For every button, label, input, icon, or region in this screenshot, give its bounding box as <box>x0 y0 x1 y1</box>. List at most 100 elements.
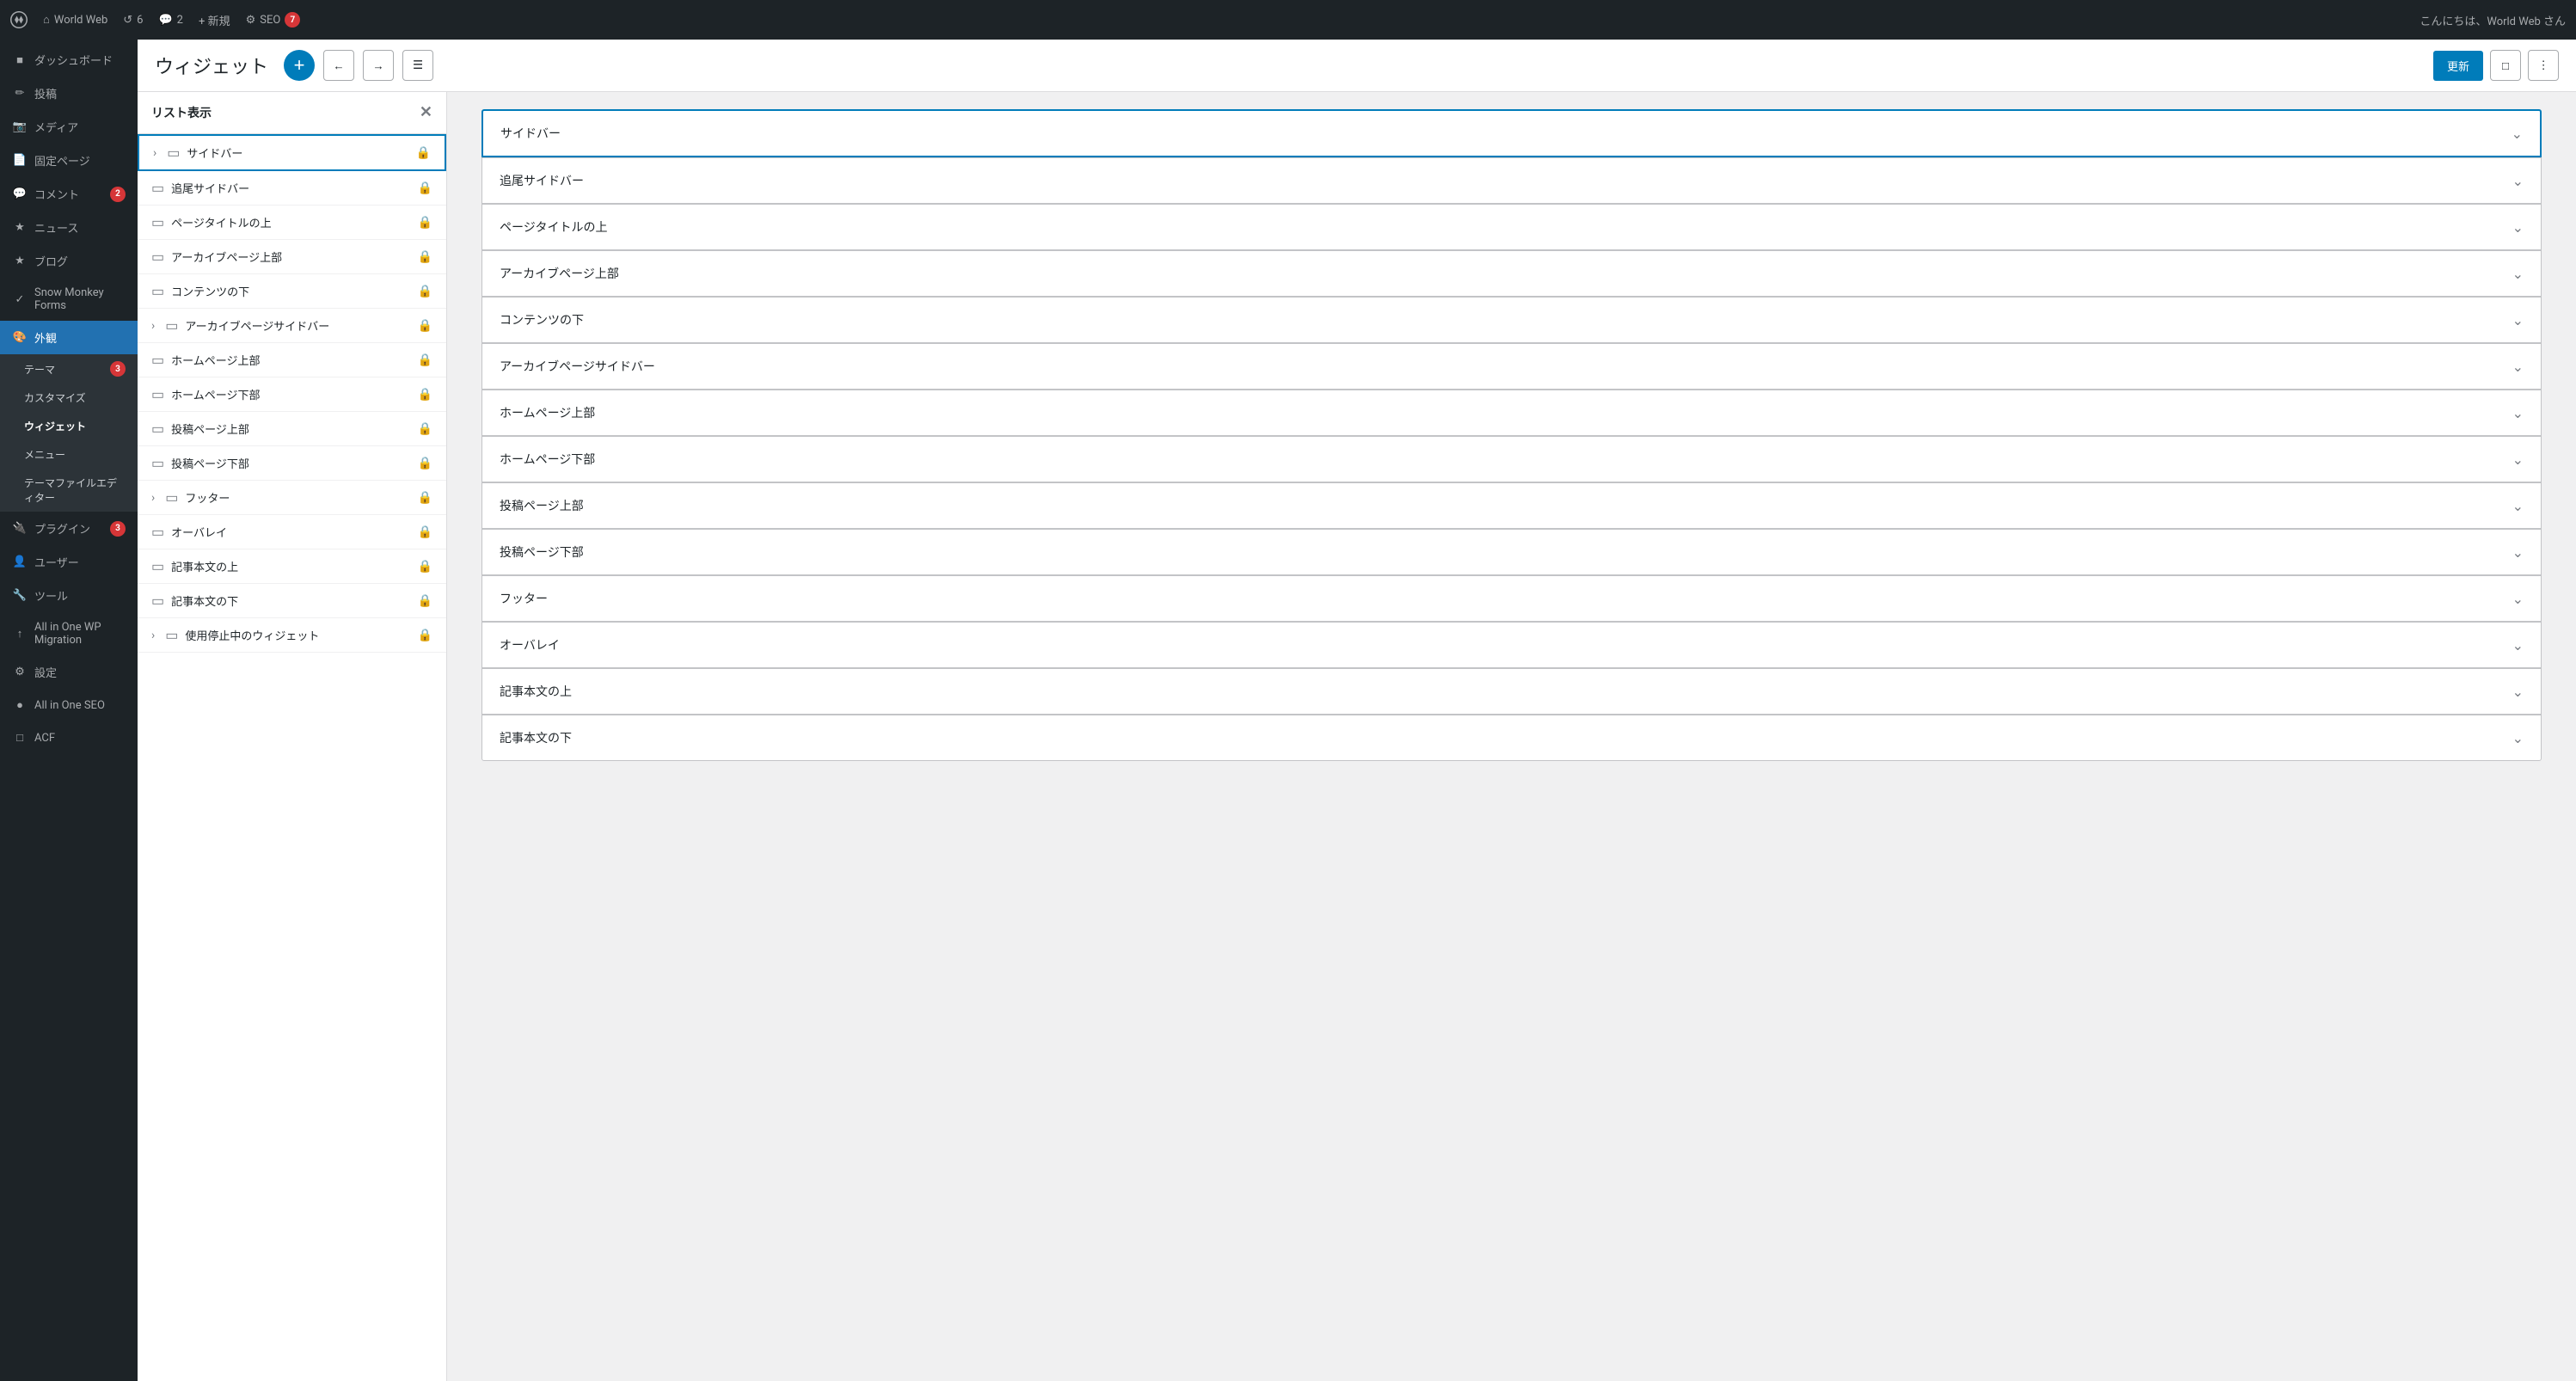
forms-icon: ✓ <box>12 292 28 307</box>
sidebar-item-appearance[interactable]: 🎨 外観 <box>0 321 138 354</box>
accordion-header-footer[interactable]: フッター⌄ <box>482 576 2541 621</box>
layout-toggle-button[interactable]: □ <box>2490 50 2521 81</box>
accordion-header-tracking-sidebar[interactable]: 追尾サイドバー⌄ <box>482 158 2541 203</box>
list-item-page-title-top[interactable]: ▭ページタイトルの上🔒 <box>138 206 446 240</box>
lock-icon: 🔒 <box>418 388 432 402</box>
dashboard-icon: ■ <box>12 52 28 68</box>
media-icon: 📷 <box>12 120 28 135</box>
sidebar-item-plugins[interactable]: 🔌 プラグイン 3 <box>0 512 138 545</box>
sidebar-item-theme-file-editor[interactable]: テーマファイルエディター <box>0 469 138 512</box>
sidebar-item-settings[interactable]: ⚙ 設定 <box>0 655 138 689</box>
accordion-header-homepage-top[interactable]: ホームページ上部⌄ <box>482 390 2541 435</box>
accordion-item-homepage-bottom[interactable]: ホームページ下部⌄ <box>481 436 2542 482</box>
list-item-post-bottom[interactable]: ▭投稿ページ下部🔒 <box>138 446 446 481</box>
accordion-header-content-below[interactable]: コンテンツの下⌄ <box>482 298 2541 342</box>
redo-button[interactable]: → <box>363 50 394 81</box>
sidebar-item-pages[interactable]: 📄 固定ページ <box>0 144 138 177</box>
sidebar-item-posts[interactable]: ✏ 投稿 <box>0 77 138 110</box>
sidebar-item-themes[interactable]: テーマ 3 <box>0 354 138 384</box>
posts-icon: ✏ <box>12 86 28 101</box>
folder-icon: ▭ <box>151 524 164 540</box>
accordion-label: フッター <box>500 590 548 607</box>
item-label: ページタイトルの上 <box>171 214 410 230</box>
accordion-item-post-top[interactable]: 投稿ページ上部⌄ <box>481 482 2542 529</box>
sidebar-item-widgets[interactable]: ウィジェット <box>0 412 138 440</box>
accordion-header-article-bottom[interactable]: 記事本文の下⌄ <box>482 715 2541 760</box>
sidebar-item-migration[interactable]: ↑ All in One WP Migration <box>0 612 138 655</box>
sidebar-item-news[interactable]: ★ ニュース <box>0 211 138 244</box>
list-item-disabled-widgets[interactable]: ›▭使用停止中のウィジェット🔒 <box>138 618 446 653</box>
accordion-item-article-top[interactable]: 記事本文の上⌄ <box>481 668 2542 715</box>
list-item-article-bottom[interactable]: ▭記事本文の下🔒 <box>138 584 446 618</box>
sidebar-item-snow-monkey-forms[interactable]: ✓ Snow Monkey Forms <box>0 278 138 321</box>
list-view-button[interactable]: ☰ <box>402 50 433 81</box>
site-name-link[interactable]: ⌂ World Web <box>43 13 107 27</box>
list-item-archive-top[interactable]: ▭アーカイブページ上部🔒 <box>138 240 446 274</box>
options-button[interactable]: ⋮ <box>2528 50 2559 81</box>
list-item-homepage-top[interactable]: ▭ホームページ上部🔒 <box>138 343 446 377</box>
list-item-post-top[interactable]: ▭投稿ページ上部🔒 <box>138 412 446 446</box>
add-widget-button[interactable]: + <box>284 50 315 81</box>
list-item-footer[interactable]: ›▭フッター🔒 <box>138 481 446 515</box>
sidebar-item-comments[interactable]: 💬 コメント 2 <box>0 177 138 211</box>
sidebar-item-tools[interactable]: 🔧 ツール <box>0 579 138 612</box>
list-item-archive-sidebar[interactable]: ›▭アーカイブページサイドバー🔒 <box>138 309 446 343</box>
accordion-header-post-top[interactable]: 投稿ページ上部⌄ <box>482 483 2541 528</box>
themes-badge: 3 <box>110 361 126 377</box>
seo-link[interactable]: ⚙ SEO 7 <box>246 12 301 28</box>
accordion-header-page-title-top[interactable]: ページタイトルの上⌄ <box>482 205 2541 249</box>
accordion-header-article-top[interactable]: 記事本文の上⌄ <box>482 669 2541 714</box>
lock-icon: 🔒 <box>416 146 431 160</box>
redo-icon: → <box>372 59 383 72</box>
accordion-header-homepage-bottom[interactable]: ホームページ下部⌄ <box>482 437 2541 482</box>
accordion-item-archive-sidebar[interactable]: アーカイブページサイドバー⌄ <box>481 343 2542 390</box>
list-item-sidebar[interactable]: ›▭サイドバー🔒 <box>138 134 446 171</box>
page-title: ウィジェット <box>155 52 268 79</box>
sidebar-item-media[interactable]: 📷 メディア <box>0 110 138 144</box>
undo-icon: ← <box>333 59 344 72</box>
chevron-icon: › <box>151 491 155 505</box>
accordion-item-sidebar[interactable]: サイドバー⌄ <box>481 109 2542 157</box>
accordion-item-article-bottom[interactable]: 記事本文の下⌄ <box>481 715 2542 761</box>
list-item-homepage-bottom[interactable]: ▭ホームページ下部🔒 <box>138 377 446 412</box>
sidebar-item-users[interactable]: 👤 ユーザー <box>0 545 138 579</box>
accordion-item-page-title-top[interactable]: ページタイトルの上⌄ <box>481 204 2542 250</box>
accordion-item-post-bottom[interactable]: 投稿ページ下部⌄ <box>481 529 2542 575</box>
accordion-header-post-bottom[interactable]: 投稿ページ下部⌄ <box>482 530 2541 574</box>
accordion-header-archive-sidebar[interactable]: アーカイブページサイドバー⌄ <box>482 344 2541 389</box>
accordion-item-tracking-sidebar[interactable]: 追尾サイドバー⌄ <box>481 157 2542 204</box>
list-item-overlay[interactable]: ▭オーバレイ🔒 <box>138 515 446 549</box>
layout-icon: □ <box>2502 59 2509 72</box>
updates-link[interactable]: ↺ 6 <box>123 14 143 27</box>
wp-logo[interactable] <box>10 11 28 28</box>
new-content-link[interactable]: + 新規 <box>199 12 230 28</box>
accordion-item-overlay[interactable]: オーバレイ⌄ <box>481 622 2542 668</box>
accordion-chevron-icon: ⌄ <box>2512 359 2524 375</box>
options-icon: ⋮ <box>2537 58 2548 72</box>
accordion-chevron-icon: ⌄ <box>2512 498 2524 514</box>
sidebar-item-customize[interactable]: カスタマイズ <box>0 384 138 412</box>
accordion-header-overlay[interactable]: オーバレイ⌄ <box>482 623 2541 667</box>
list-item-content-below[interactable]: ▭コンテンツの下🔒 <box>138 274 446 309</box>
accordion-header-archive-top[interactable]: アーカイブページ上部⌄ <box>482 251 2541 296</box>
list-item-article-top[interactable]: ▭記事本文の上🔒 <box>138 549 446 584</box>
sidebar-item-blog[interactable]: ★ ブログ <box>0 244 138 278</box>
accordion-label: ホームページ上部 <box>500 404 595 421</box>
sidebar-item-menus[interactable]: メニュー <box>0 440 138 469</box>
sidebar-item-aio-seo[interactable]: ● All in One SEO <box>0 689 138 721</box>
accordion-item-archive-top[interactable]: アーカイブページ上部⌄ <box>481 250 2542 297</box>
list-item-tracking-sidebar[interactable]: ▭追尾サイドバー🔒 <box>138 171 446 206</box>
accordion-label: 記事本文の下 <box>500 729 572 746</box>
accordion-item-footer[interactable]: フッター⌄ <box>481 575 2542 622</box>
sidebar-item-acf[interactable]: □ ACF <box>0 721 138 754</box>
accordion-item-homepage-top[interactable]: ホームページ上部⌄ <box>481 390 2542 436</box>
accordion-header-sidebar[interactable]: サイドバー⌄ <box>483 111 2540 156</box>
accordion-chevron-icon: ⌄ <box>2512 312 2524 328</box>
undo-button[interactable]: ← <box>323 50 354 81</box>
accordion-item-content-below[interactable]: コンテンツの下⌄ <box>481 297 2542 343</box>
panel-title: リスト表示 <box>151 104 212 121</box>
comments-link[interactable]: 💬 2 <box>158 14 183 27</box>
panel-close-button[interactable]: ✕ <box>420 105 432 120</box>
sidebar-item-dashboard[interactable]: ■ ダッシュボード <box>0 43 138 77</box>
update-button[interactable]: 更新 <box>2433 51 2483 81</box>
